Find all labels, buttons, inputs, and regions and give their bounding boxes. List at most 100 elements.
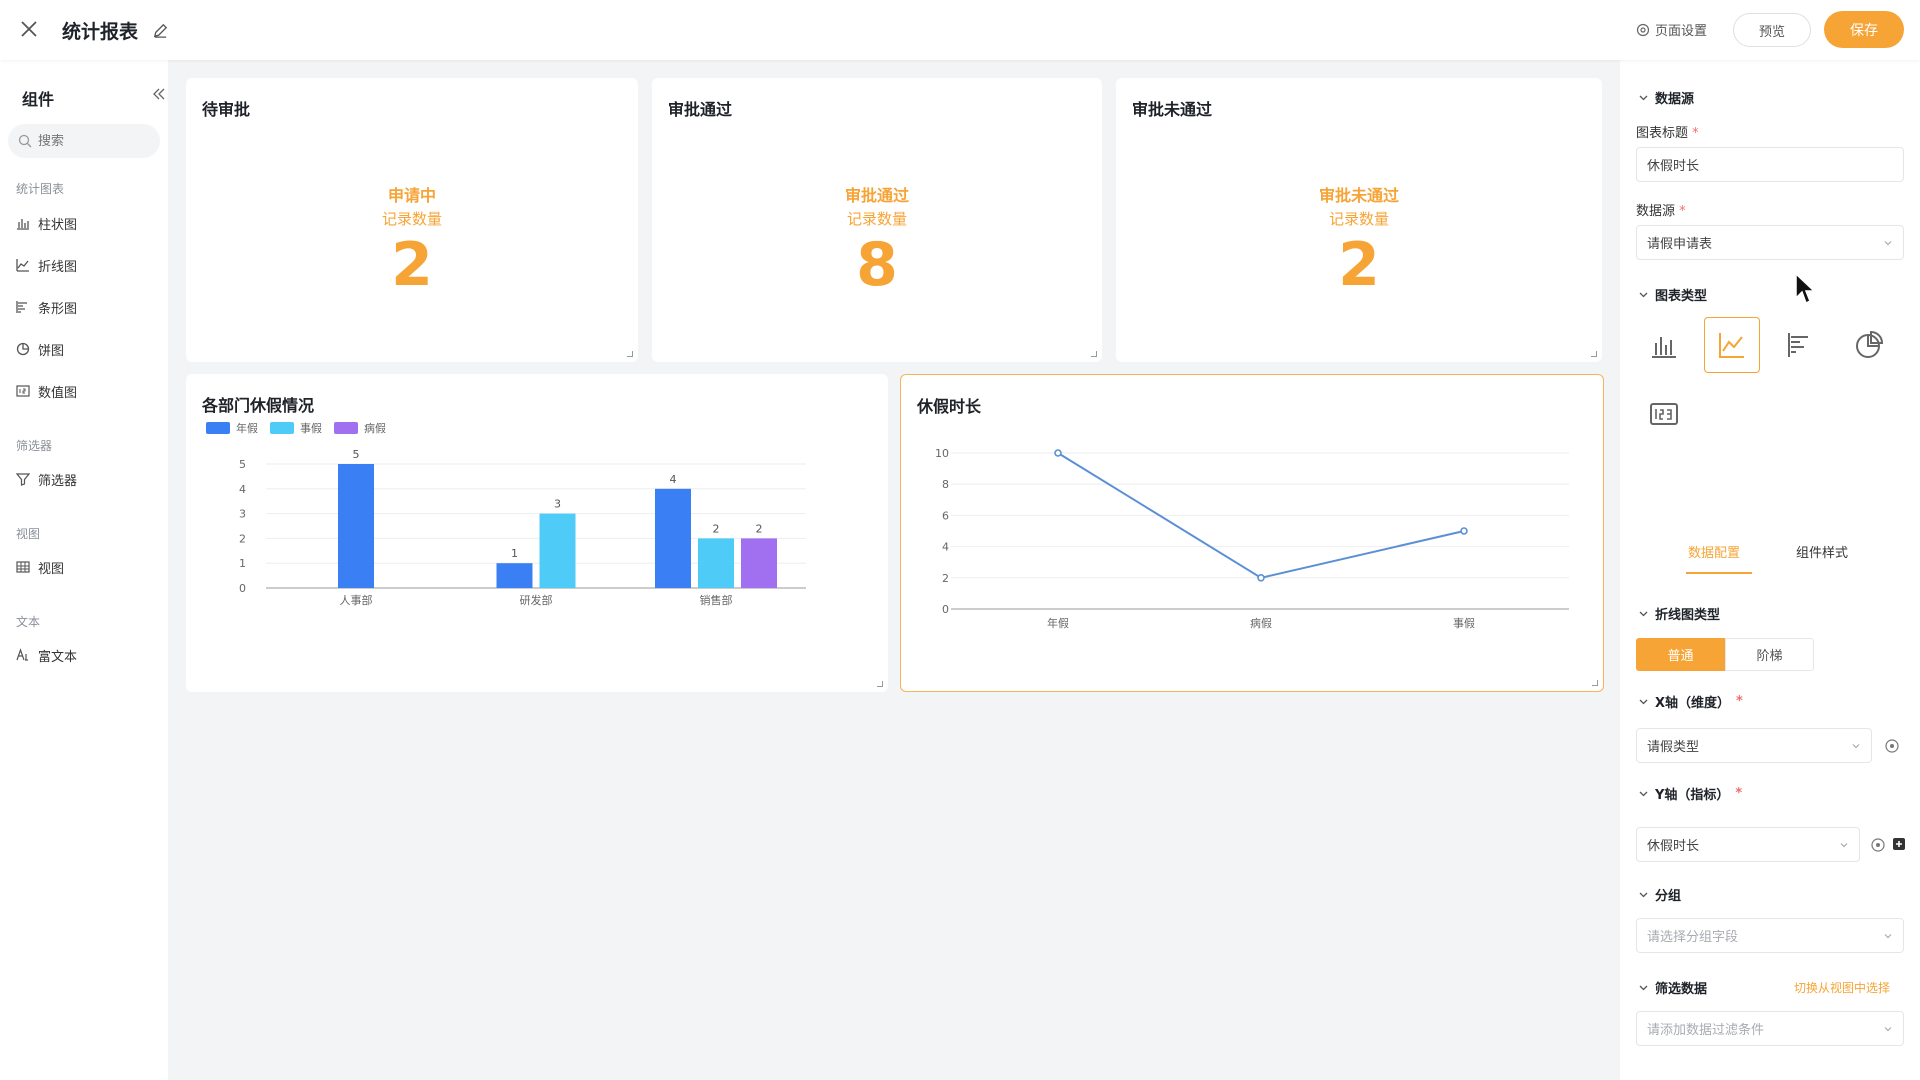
section-y-axis[interactable]: Y轴（指标） * bbox=[1638, 784, 1742, 803]
rich-text-icon bbox=[16, 648, 28, 661]
sidebar-item-label: 条形图 bbox=[38, 301, 78, 317]
chart-title-label: 图表标题 * bbox=[1636, 126, 1699, 141]
group-label: 筛选器 bbox=[16, 439, 53, 453]
page-settings-label: 页面设置 bbox=[1655, 24, 1708, 39]
data-label: 3 bbox=[554, 498, 561, 511]
x-tick-label: 研发部 bbox=[520, 593, 553, 607]
search-icon bbox=[18, 134, 32, 148]
bar-chart-icon bbox=[17, 219, 29, 230]
search-box[interactable] bbox=[8, 124, 160, 158]
chevron-down-icon bbox=[1639, 791, 1648, 797]
chevron-down-icon bbox=[1852, 743, 1860, 748]
section-group[interactable]: 分组 bbox=[1638, 885, 1681, 904]
stat-card-rejected[interactable]: 审批未通过 审批未通过 记录数量 2 bbox=[1116, 78, 1602, 362]
number-chart-icon bbox=[16, 385, 30, 397]
card-title: 审批未通过 bbox=[1132, 100, 1213, 119]
section-label: 数据源 bbox=[1655, 92, 1695, 107]
chevron-down-icon bbox=[1639, 892, 1648, 898]
table-icon bbox=[16, 561, 30, 573]
edit-icon[interactable] bbox=[152, 22, 169, 39]
chart-type-line[interactable] bbox=[1704, 317, 1760, 373]
legend-swatch bbox=[206, 422, 230, 434]
chart-type-horizontal-bar[interactable] bbox=[1772, 317, 1828, 373]
section-line-type[interactable]: 折线图类型 bbox=[1638, 604, 1720, 623]
line-chart-card[interactable]: 休假时长 0 2 4 6 8 10 年假 病假 事假 bbox=[900, 374, 1604, 692]
y-tick-label: 2 bbox=[942, 572, 949, 585]
line-type-toggle: 普通 阶梯 bbox=[1636, 638, 1814, 671]
y-tick-label: 0 bbox=[239, 582, 246, 595]
tab-component-style[interactable]: 组件样式 bbox=[1796, 542, 1848, 561]
group-label: 统计图表 bbox=[16, 182, 65, 196]
data-label: 2 bbox=[713, 522, 720, 535]
group-label: 文本 bbox=[16, 615, 41, 629]
collapse-icon[interactable] bbox=[152, 87, 166, 101]
sidebar-item-label: 视图 bbox=[38, 561, 65, 577]
group-select[interactable]: 请选择分组字段 bbox=[1636, 918, 1904, 953]
save-button[interactable]: 保存 bbox=[1824, 11, 1904, 48]
chevron-down-icon bbox=[1639, 985, 1648, 991]
chevron-down-icon bbox=[1884, 240, 1892, 245]
chevron-down-icon bbox=[1639, 699, 1648, 705]
section-datasource[interactable]: 数据源 bbox=[1638, 88, 1694, 107]
resize-handle[interactable] bbox=[877, 681, 883, 687]
filter-select[interactable]: 请添加数据过滤条件 bbox=[1636, 1011, 1904, 1046]
line-chart: 0 2 4 6 8 10 年假 病假 事假 bbox=[935, 447, 1569, 630]
section-label: 图表类型 bbox=[1655, 289, 1708, 304]
sidebar-item-label: 数值图 bbox=[38, 385, 78, 401]
preview-button[interactable]: 预览 bbox=[1733, 13, 1811, 47]
sidebar-item-rich-text[interactable]: 富文本 bbox=[16, 645, 77, 665]
chevron-down-icon bbox=[1639, 95, 1648, 101]
bar-chart-card[interactable]: 各部门休假情况 年假 事假 病假 0 1 2 3 4 5 5 人事部 1 3 研发部 4 2 2 销售部 bbox=[186, 374, 888, 692]
eye-icon[interactable] bbox=[1870, 837, 1886, 853]
x-tick-label: 人事部 bbox=[340, 593, 373, 607]
section-x-axis[interactable]: X轴（维度） * bbox=[1638, 692, 1743, 711]
x-axis-select[interactable]: 请假类型 bbox=[1636, 728, 1872, 763]
sidebar-item-line-chart[interactable]: 折线图 bbox=[16, 255, 77, 275]
section-filter[interactable]: 筛选数据 bbox=[1638, 978, 1707, 997]
section-label: X轴（维度） bbox=[1655, 696, 1731, 711]
chart-type-number[interactable] bbox=[1636, 386, 1692, 442]
sidebar-item-horizontal-bar[interactable]: 条形图 bbox=[16, 297, 77, 317]
y-tick-label: 4 bbox=[942, 541, 949, 554]
horizontal-bar-icon bbox=[1788, 333, 1808, 357]
section-label: 筛选数据 bbox=[1655, 982, 1708, 997]
resize-handle[interactable] bbox=[627, 351, 633, 357]
chevron-down-icon bbox=[1884, 1026, 1892, 1031]
sidebar-item-label: 富文本 bbox=[38, 649, 78, 665]
stat-card-approved[interactable]: 审批通过 审批通过 记录数量 8 bbox=[652, 78, 1102, 362]
section-label: 分组 bbox=[1655, 889, 1682, 904]
line-type-step[interactable]: 阶梯 bbox=[1725, 638, 1814, 671]
sidebar-item-filter[interactable]: 筛选器 bbox=[16, 469, 77, 489]
data-label: 1 bbox=[511, 547, 518, 560]
line-type-normal[interactable]: 普通 bbox=[1636, 638, 1725, 671]
settings-icon bbox=[1636, 23, 1650, 36]
y-tick-label: 5 bbox=[239, 458, 246, 471]
y-tick-label: 2 bbox=[239, 532, 246, 545]
search-input[interactable] bbox=[38, 133, 148, 149]
datasource-select[interactable]: 请假申请表 bbox=[1636, 225, 1904, 260]
bar bbox=[655, 488, 691, 588]
chart-type-bar[interactable] bbox=[1636, 317, 1692, 373]
chart-type-pie[interactable] bbox=[1840, 317, 1896, 373]
page-settings-button[interactable]: 页面设置 bbox=[1636, 20, 1707, 39]
eye-icon[interactable] bbox=[1884, 738, 1900, 754]
switch-to-view-link[interactable]: 切换从视图中选择 bbox=[1794, 979, 1890, 996]
add-icon[interactable] bbox=[1892, 837, 1906, 851]
resize-handle[interactable] bbox=[1091, 351, 1097, 357]
line-chart-icon bbox=[16, 259, 29, 272]
sidebar-item-number-chart[interactable]: 数值图 bbox=[16, 381, 77, 401]
y-tick-label: 1 bbox=[239, 557, 246, 570]
sidebar-item-view[interactable]: 视图 bbox=[16, 557, 64, 577]
stat-card-pending[interactable]: 待审批 申请中 记录数量 2 bbox=[186, 78, 638, 362]
section-chart-type[interactable]: 图表类型 bbox=[1638, 285, 1707, 304]
sidebar-item-bar-chart[interactable]: 柱状图 bbox=[16, 213, 77, 233]
bar-chart: 年假 事假 病假 0 1 2 3 4 5 5 人事部 1 3 研发部 4 2 2 销售部 bbox=[206, 421, 806, 607]
sidebar-item-pie-chart[interactable]: 饼图 bbox=[16, 339, 64, 359]
y-tick-label: 3 bbox=[239, 508, 246, 521]
tab-data-config[interactable]: 数据配置 bbox=[1688, 542, 1740, 561]
y-axis-select[interactable]: 休假时长 bbox=[1636, 827, 1860, 862]
resize-handle[interactable] bbox=[1592, 680, 1598, 686]
close-icon[interactable] bbox=[18, 18, 40, 40]
chart-title-input[interactable]: 休假时长 bbox=[1636, 147, 1904, 182]
resize-handle[interactable] bbox=[1591, 351, 1597, 357]
